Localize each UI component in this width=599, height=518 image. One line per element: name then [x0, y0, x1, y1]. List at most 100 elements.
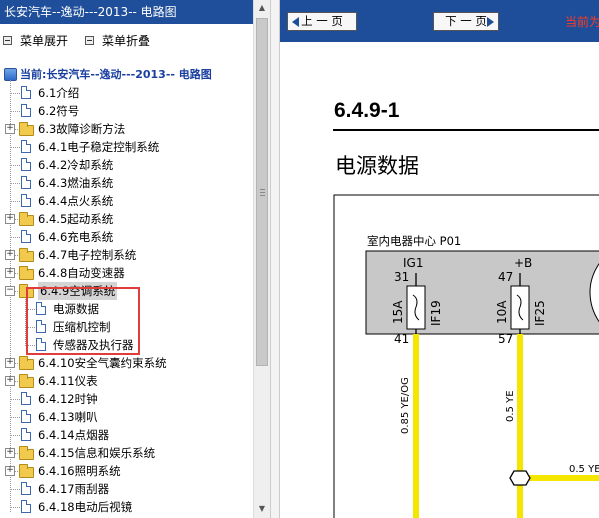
expand-plus-icon[interactable]: +	[5, 124, 15, 134]
tree-folder-item[interactable]: +6.3故障诊断方法	[0, 120, 253, 138]
tree-doc-item[interactable]: 6.4.3燃油系统	[0, 174, 253, 192]
scroll-down-arrow-icon[interactable]: ▼	[254, 501, 270, 517]
tree-folder-item[interactable]: +6.4.16照明系统	[0, 462, 253, 480]
tree-doc-item[interactable]: 6.2符号	[0, 102, 253, 120]
tree-doc-item[interactable]: 6.4.6充电系统	[0, 228, 253, 246]
tree-folder-item[interactable]: +6.4.15信息和娱乐系统	[0, 444, 253, 462]
collapse-minus-icon[interactable]: −	[5, 286, 15, 296]
tree-item-label: 6.4.15信息和娱乐系统	[38, 446, 156, 460]
document-icon	[21, 176, 31, 189]
sidebar-title: 长安汽车--逸动---2013-- 电路图	[0, 0, 253, 24]
collapse-menu-button[interactable]: 菜单折叠	[85, 32, 150, 49]
document-icon	[21, 194, 31, 207]
document-icon	[21, 158, 31, 171]
tree-doc-item[interactable]: 6.4.13喇叭	[0, 408, 253, 426]
tree-folder-item[interactable]: +6.4.5起动系统	[0, 210, 253, 228]
expand-plus-icon[interactable]: +	[5, 250, 15, 260]
tree-doc-item[interactable]: 6.4.4点火系统	[0, 192, 253, 210]
highlight-box	[26, 287, 140, 355]
folder-icon	[19, 356, 34, 370]
scroll-up-arrow-icon[interactable]: ▲	[254, 0, 270, 16]
prev-page-button[interactable]: 上 一 页	[287, 12, 357, 31]
grip-line	[260, 189, 265, 190]
wire2-label: 0.5 YE	[505, 390, 516, 422]
tree-folder-item[interactable]: +6.4.7电子控制系统	[0, 246, 253, 264]
expand-icon	[3, 35, 12, 45]
fuse2-rating: 10A	[495, 300, 509, 324]
tree-doc-item[interactable]: 6.4.12时钟	[0, 390, 253, 408]
tree-item-label: 6.4.4点火系统	[38, 194, 114, 208]
expand-menu-button[interactable]: 菜单展开	[3, 32, 68, 49]
tree-folder-item[interactable]: +6.4.11仪表	[0, 372, 253, 390]
expand-plus-icon[interactable]: +	[5, 376, 15, 386]
tree-item-label: 6.4.16照明系统	[38, 464, 121, 478]
scroll-thumb[interactable]	[256, 18, 268, 366]
tree-folder-item[interactable]: +6.4.10安全气囊约束系统	[0, 354, 253, 372]
document-icon	[21, 140, 31, 153]
document-icon	[21, 500, 31, 513]
expand-plus-icon[interactable]: +	[5, 214, 15, 224]
folder-icon	[19, 374, 34, 388]
document-icon	[21, 392, 31, 405]
next-page-button[interactable]: 下 一 页	[433, 12, 499, 31]
expand-menu-label: 菜单展开	[20, 33, 69, 48]
folder-icon	[19, 266, 34, 280]
fuse2-name: IF25	[533, 300, 547, 326]
splice-connector	[509, 470, 531, 486]
tree-item-label: 6.4.1电子稳定控制系统	[38, 140, 160, 154]
folder-icon	[19, 122, 34, 136]
tree-item-label: 6.4.14点烟器	[38, 428, 110, 442]
tree-item-label: 6.4.7电子控制系统	[38, 248, 137, 262]
expand-plus-icon[interactable]: +	[5, 466, 15, 476]
expand-plus-icon[interactable]: +	[5, 268, 15, 278]
right-arrow-icon	[487, 17, 494, 27]
tree-guide-line	[10, 489, 20, 490]
tree-root[interactable]: 当前:长安汽车--逸动---2013-- 电路图	[0, 66, 253, 84]
tree-item-label: 6.4.17雨刮器	[38, 482, 110, 496]
wire1-label: 0.85 YE/OG	[400, 377, 411, 434]
tree-guide-line	[10, 399, 20, 400]
tree-doc-item[interactable]: 6.4.17雨刮器	[0, 480, 253, 498]
tree-item-label: 6.4.2冷却系统	[38, 158, 114, 172]
next-page-label: 下 一 页	[445, 14, 487, 28]
document-icon	[21, 482, 31, 495]
tree-doc-item[interactable]: 6.4.2冷却系统	[0, 156, 253, 174]
left-arrow-icon	[292, 17, 299, 27]
folder-icon	[19, 446, 34, 460]
tree-guide-line	[10, 237, 20, 238]
tree-guide-line	[10, 111, 20, 112]
folder-icon	[19, 212, 34, 226]
tree-guide-line	[10, 93, 20, 94]
tree-item-label: 6.4.8自动变速器	[38, 266, 125, 280]
expand-plus-icon[interactable]: +	[5, 448, 15, 458]
current-page-text: 当前为	[565, 15, 599, 29]
sidebar-toolbar: 菜单展开 菜单折叠	[0, 24, 253, 56]
tree-guide-line	[10, 147, 20, 148]
document-icon	[21, 428, 31, 441]
fuse2-top-label: +B	[514, 256, 532, 270]
expand-plus-icon[interactable]: +	[5, 358, 15, 368]
tree-guide-line	[10, 201, 20, 202]
tree-guide-line	[10, 183, 20, 184]
branch-wire-label: 0.5 YE	[569, 464, 599, 475]
tree-doc-item[interactable]: 6.4.18电动后视镜	[0, 498, 253, 516]
tree-item-label: 6.4.10安全气囊约束系统	[38, 356, 167, 370]
document-icon	[21, 230, 31, 243]
tree-doc-item[interactable]: 6.4.14点烟器	[0, 426, 253, 444]
folder-icon	[19, 248, 34, 262]
tree-root-label: 当前:长安汽车--逸动---2013-- 电路图	[20, 68, 212, 81]
tree-item-label: 6.3故障诊断方法	[38, 122, 126, 136]
tree-doc-item[interactable]: 6.1介绍	[0, 84, 253, 102]
pane-splitter[interactable]	[270, 0, 280, 518]
tree-doc-item[interactable]: 6.4.1电子稳定控制系统	[0, 138, 253, 156]
fuse2-top-pin: 47	[498, 270, 513, 284]
tree-item-label: 6.1介绍	[38, 86, 80, 100]
wiring-diagram: 室内电器中心 P01 IG1 31 15A IF19 41 +B 47 10A …	[333, 194, 599, 518]
tree-item-label: 6.4.13喇叭	[38, 410, 98, 424]
tree-guide-line	[10, 507, 20, 508]
tree-folder-item[interactable]: +6.4.8自动变速器	[0, 264, 253, 282]
sidebar-scrollbar[interactable]: ▲ ▼	[253, 0, 270, 518]
tree-guide-line	[10, 165, 20, 166]
top-nav-bar: 上 一 页 下 一 页 当前为	[280, 0, 599, 42]
document-content: 6.4.9-1 电源数据 室内电器中心 P01 IG1 31 15A IF19 …	[280, 42, 599, 518]
